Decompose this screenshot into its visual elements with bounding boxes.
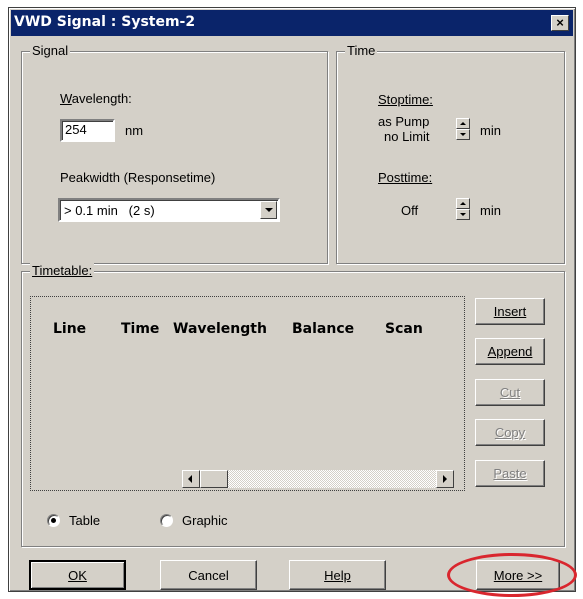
posttime-label: Posttime: [378,170,433,185]
insert-label: Insert [493,304,527,319]
peakwidth-select[interactable]: > 0.1 min (2 s) [58,198,280,222]
signal-group: Signal [21,43,328,264]
cut-label: Cut [499,385,521,400]
highlight-annotation [447,553,577,597]
stoptime-unit: min [480,123,501,138]
graphic-radio-label[interactable]: Graphic [182,513,228,528]
copy-label: Copy [494,425,526,440]
table-radio-label[interactable]: Table [69,513,100,528]
scroll-right-icon[interactable] [436,470,454,488]
peakwidth-label: Peakwidth (Responsetime) [60,170,216,185]
wavelength-unit: nm [125,123,144,138]
help-label: Help [324,567,351,583]
wavelength-value: 254 [65,122,87,137]
paste-button[interactable]: Paste [475,460,545,487]
cancel-button[interactable]: Cancel [160,560,257,590]
wavelength-input[interactable]: 254 [60,119,115,142]
wavelength-label: Wavelength: [60,91,132,106]
copy-button[interactable]: Copy [475,419,545,446]
insert-button[interactable]: Insert [475,298,545,325]
scroll-left-icon[interactable] [182,470,200,488]
window-title: VWD Signal : System-2 [14,14,196,30]
title-bar: VWD Signal : System-2 × [11,10,573,36]
dropdown-arrow-icon[interactable] [260,201,277,219]
close-button[interactable]: × [551,15,569,31]
append-label: Append [487,344,533,359]
close-icon: × [556,15,564,30]
scroll-thumb[interactable] [200,470,228,488]
spin-down-icon[interactable] [456,209,470,220]
ok-button[interactable]: OK [29,560,126,590]
column-header-wavelength[interactable]: Wavelength [173,321,267,337]
peakwidth-value: > 0.1 min (2 s) [64,203,155,218]
column-header-scan[interactable]: Scan [385,321,423,337]
time-legend: Time [345,43,378,58]
spin-up-icon[interactable] [456,198,470,209]
stoptime-label: Stoptime: [378,92,433,107]
posttime-value: Off [401,203,419,218]
wavelength-label-rest: avelength: [71,91,132,106]
horizontal-scrollbar[interactable] [182,470,454,488]
paste-label: Paste [493,466,527,481]
column-header-line[interactable]: Line [53,321,86,337]
column-header-balance[interactable]: Balance [292,321,354,337]
radio-selected-dot [51,518,56,523]
posttime-unit: min [480,203,501,218]
timetable-legend: Timetable: [30,263,95,278]
help-button[interactable]: Help [289,560,386,590]
graphic-radio[interactable] [160,514,173,527]
spin-down-icon[interactable] [456,129,470,140]
table-radio[interactable] [47,514,60,527]
ok-label: OK [68,567,87,583]
posttime-spinner[interactable] [456,198,470,220]
cancel-label: Cancel [188,567,229,583]
stoptime-spinner[interactable] [456,118,470,140]
append-button[interactable]: Append [475,338,545,365]
column-header-time[interactable]: Time [121,321,159,337]
vwd-signal-dialog: VWD Signal : System-2 × Signal Wavelengt… [8,7,576,592]
signal-legend: Signal [30,43,71,58]
stoptime-value-line2: no Limit [384,129,430,144]
cut-button[interactable]: Cut [475,379,545,406]
stoptime-value-line1: as Pump [378,114,430,129]
time-group: Time [336,43,565,264]
spin-up-icon[interactable] [456,118,470,129]
